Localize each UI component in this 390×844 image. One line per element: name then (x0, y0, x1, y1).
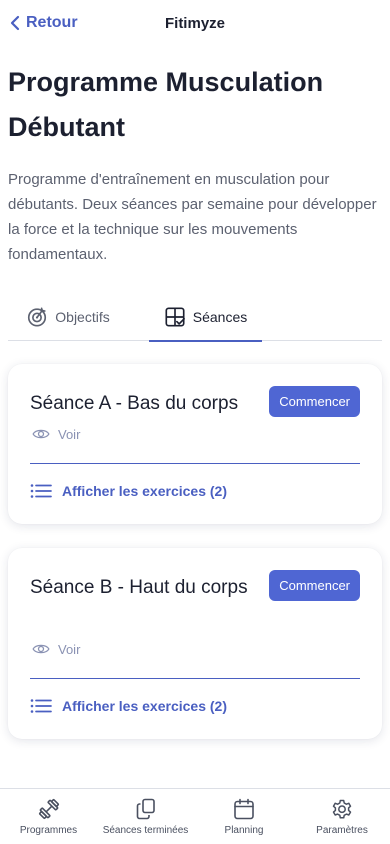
nav-item-planning[interactable]: Planning (194, 789, 294, 844)
view-session-link[interactable]: Voir (30, 640, 80, 658)
eye-icon (32, 644, 50, 654)
card-divider (30, 463, 360, 464)
nav-programmes-label: Programmes (19, 825, 78, 836)
program-description: Programme d'entraînement en musculation … (8, 171, 377, 263)
tab-seances[interactable]: Séances (149, 293, 262, 342)
show-exercises-link[interactable]: Afficher les exercices (2) (30, 483, 227, 499)
nav-item-seances-terminees[interactable]: Séances terminées (97, 789, 194, 844)
page-title: Programme Musculation Débutant (8, 67, 324, 142)
top-bar: Retour Fitimyze (0, 0, 390, 50)
nav-parametres-label: Paramètres (316, 825, 368, 836)
session-card: Séance B - Haut du corps Commencer Voir … (8, 548, 382, 739)
tab-bar: Objectifs Séances (8, 293, 382, 342)
gear-icon (332, 799, 352, 819)
tab-objectifs-label: Objectifs (55, 309, 110, 325)
list-icon (30, 484, 52, 498)
grid-check-icon (165, 307, 185, 327)
nav-item-programmes[interactable]: Programmes (0, 789, 97, 844)
calendar-icon (234, 798, 254, 820)
app-title: Fitimyze (164, 15, 225, 32)
view-label: Voir (58, 426, 81, 442)
show-exercises-label: Afficher les exercices (2) (62, 483, 227, 499)
eye-icon (32, 429, 50, 439)
copy-icon (136, 798, 155, 820)
active-tab-indicator (149, 340, 262, 342)
session-title: Séance B - Haut du corps (30, 577, 248, 598)
session-title: Séance A - Bas du corps (30, 393, 239, 414)
nav-seances-terminees-label: Séances terminées (102, 825, 189, 836)
dumbbell-icon (38, 798, 59, 820)
nav-planning-label: Planning (224, 825, 264, 836)
nav-item-parametres[interactable]: Paramètres (294, 789, 390, 844)
card-divider (30, 678, 360, 679)
start-session-button[interactable]: Commencer (269, 386, 360, 417)
session-card: Séance A - Bas du corps Commencer Voir A… (8, 364, 382, 524)
bottom-navigation: Programmes Séances terminées Planning Pa… (0, 788, 390, 844)
view-label: Voir (58, 641, 81, 657)
list-icon (30, 699, 52, 713)
show-exercises-link[interactable]: Afficher les exercices (2) (30, 698, 227, 714)
target-icon (28, 307, 47, 327)
view-session-link[interactable]: Voir (30, 425, 80, 443)
tab-seances-label: Séances (192, 309, 248, 325)
tab-objectifs[interactable]: Objectifs (8, 293, 128, 341)
show-exercises-label: Afficher les exercices (2) (62, 698, 227, 714)
start-session-button[interactable]: Commencer (269, 570, 360, 601)
